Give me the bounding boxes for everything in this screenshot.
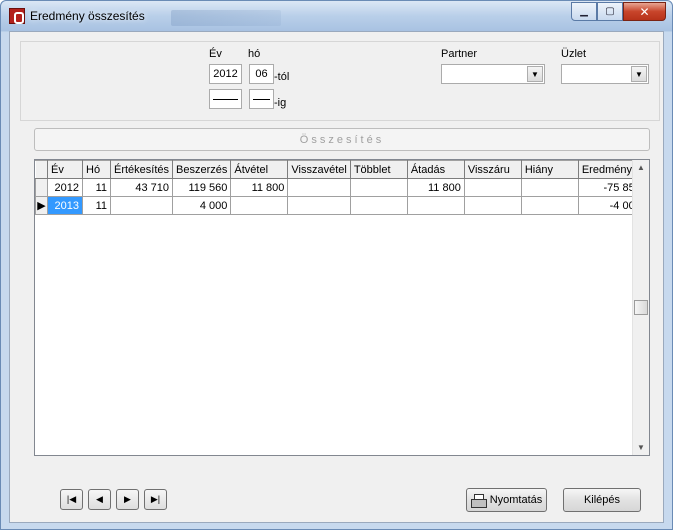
from-suffix-label: -tól (274, 71, 290, 83)
table-cell[interactable]: 43 710 (109, 178, 174, 197)
maximize-button[interactable]: ▢ (597, 2, 623, 21)
caption-buttons: ▁ ▢ ✕ (571, 2, 666, 21)
table-cell[interactable] (349, 196, 408, 215)
table-cell[interactable]: 119 560 (172, 178, 232, 197)
table-cell[interactable] (349, 178, 408, 197)
chevron-down-icon[interactable]: ▼ (527, 66, 543, 82)
results-grid[interactable]: Év Hó Értékesítés Beszerzés Átvétel Viss… (34, 159, 650, 456)
scrollbar-thumb[interactable] (634, 300, 648, 315)
table-cell[interactable] (463, 196, 522, 215)
minimize-icon: ▁ (580, 6, 588, 17)
table-cell[interactable]: 11 800 (230, 178, 289, 197)
table-cell[interactable] (109, 196, 174, 215)
table-cell[interactable]: 2012 (47, 178, 83, 197)
client-area: Év hó 2012 06 -tól -ig Partner ▼ Üzlet ▼… (9, 31, 664, 523)
column-header[interactable]: Visszavétel (287, 160, 351, 179)
shop-select[interactable]: ▼ (561, 64, 649, 84)
column-header[interactable]: Hiány (520, 160, 579, 179)
table-cell[interactable] (520, 196, 579, 215)
printer-icon (470, 493, 487, 508)
partner-select[interactable]: ▼ (441, 64, 545, 84)
shop-label: Üzlet (561, 48, 587, 60)
table-cell-selected[interactable]: 2013 (47, 196, 83, 215)
window-title: Eredmény összesítés (30, 9, 145, 23)
close-button[interactable]: ✕ (623, 2, 666, 21)
column-header[interactable]: Beszerzés (172, 160, 232, 179)
minimize-button[interactable]: ▁ (571, 2, 597, 21)
app-logo-icon[interactable] (9, 8, 25, 24)
previous-record-icon: ◀ (96, 494, 103, 504)
first-record-icon: |◀ (66, 494, 77, 504)
last-record-button[interactable]: ▶| (144, 489, 167, 510)
table-row[interactable]: ▶ 2013 11 4 000 -4 000 (35, 196, 645, 215)
to-month-input[interactable] (249, 89, 274, 109)
title-bar-background-ghost (171, 10, 281, 26)
column-header[interactable]: Év (47, 160, 83, 179)
table-cell[interactable] (287, 196, 351, 215)
to-suffix-label: -ig (274, 97, 287, 109)
month-label: hó (248, 48, 261, 60)
row-indicator[interactable] (35, 178, 48, 197)
table-cell[interactable]: 11 800 (406, 178, 465, 197)
exit-button[interactable]: Kilépés (563, 488, 641, 512)
next-record-icon: ▶ (124, 494, 131, 504)
table-cell[interactable] (520, 178, 579, 197)
table-cell[interactable]: 11 (82, 178, 111, 197)
column-header[interactable]: Többlet (349, 160, 408, 179)
chevron-down-icon[interactable]: ▼ (631, 66, 647, 82)
close-icon: ✕ (639, 4, 650, 19)
column-header[interactable]: Átadás (406, 160, 465, 179)
app-window: Eredmény összesítés ▁ ▢ ✕ Év hó 2012 06 … (0, 0, 673, 530)
partner-label: Partner (441, 48, 478, 60)
table-cell[interactable] (287, 178, 351, 197)
column-header[interactable]: Visszáru (463, 160, 522, 179)
year-label: Év (209, 48, 222, 60)
last-record-icon: ▶| (150, 494, 161, 504)
table-header-row: Év Hó Értékesítés Beszerzés Átvétel Viss… (35, 160, 645, 179)
scroll-down-icon[interactable]: ▼ (637, 443, 645, 452)
column-header[interactable]: Átvétel (230, 160, 289, 179)
exit-button-label: Kilépés (583, 494, 621, 506)
print-button-label: Nyomtatás (489, 494, 543, 506)
next-record-button[interactable]: ▶ (116, 489, 139, 510)
first-record-button[interactable]: |◀ (60, 489, 83, 510)
results-table: Év Hó Értékesítés Beszerzés Átvétel Viss… (35, 160, 645, 215)
from-month-input[interactable]: 06 (249, 64, 274, 84)
column-header[interactable]: Értékesítés (109, 160, 174, 179)
table-cell[interactable]: 4 000 (172, 196, 232, 215)
previous-record-button[interactable]: ◀ (88, 489, 111, 510)
to-year-input[interactable] (209, 89, 242, 109)
table-corner-cell (35, 160, 48, 179)
title-bar[interactable]: Eredmény összesítés ▁ ▢ ✕ (1, 1, 672, 31)
maximize-icon: ▢ (605, 6, 615, 17)
filter-panel: Év hó 2012 06 -tól -ig Partner ▼ Üzlet ▼ (20, 41, 660, 121)
column-header[interactable]: Hó (82, 160, 111, 179)
from-year-input[interactable]: 2012 (209, 64, 242, 84)
table-cell[interactable] (463, 178, 522, 197)
current-row-arrow-icon[interactable]: ▶ (35, 196, 48, 215)
table-cell[interactable] (406, 196, 465, 215)
summarize-button[interactable]: Összesítés (34, 128, 650, 151)
table-cell[interactable] (230, 196, 289, 215)
print-button[interactable]: Nyomtatás (466, 488, 547, 512)
table-row[interactable]: 2012 11 43 710 119 560 11 800 11 800 -75… (35, 178, 645, 197)
table-cell[interactable]: 11 (82, 196, 111, 215)
vertical-scrollbar[interactable]: ▲ ▼ (632, 160, 649, 455)
scroll-up-icon[interactable]: ▲ (637, 163, 645, 172)
